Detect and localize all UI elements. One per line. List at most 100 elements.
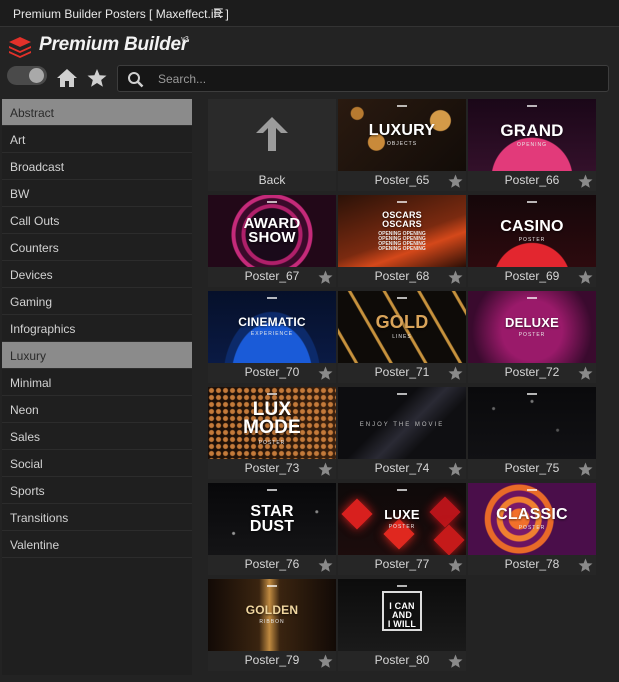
poster-title-art: GRAND OPENING <box>468 99 596 171</box>
title-bar: Premium Builder Posters [ Maxeffect.iR ]… <box>0 0 619 27</box>
home-icon[interactable] <box>56 68 78 88</box>
category-item-social[interactable]: Social <box>2 450 192 477</box>
category-item-art[interactable]: Art <box>2 126 192 153</box>
poster-card-poster_74[interactable]: ENJOY THE MOVIE Poster_74 <box>338 387 466 479</box>
favorite-star-icon[interactable] <box>318 462 333 477</box>
category-item-infographics[interactable]: Infographics <box>2 315 192 342</box>
poster-card-poster_78[interactable]: CLASSIC POSTER Poster_78 <box>468 483 596 575</box>
category-item-broadcast[interactable]: Broadcast <box>2 153 192 180</box>
poster-title-art: LUXURY OBJECTS <box>338 99 466 171</box>
favorite-star-icon[interactable] <box>448 174 463 189</box>
search-icon <box>128 72 144 88</box>
poster-card-poster_66[interactable]: GRAND OPENING Poster_66 <box>468 99 596 191</box>
poster-title-art: I CAN AND I WILL <box>338 579 466 651</box>
poster-title-art: DELUXE POSTER <box>468 291 596 363</box>
poster-thumbnail: AWARD SHOW <box>208 195 336 267</box>
category-item-call-outs[interactable]: Call Outs <box>2 207 192 234</box>
poster-headline: GRAND <box>500 120 564 140</box>
poster-card-poster_71[interactable]: GOLD LINES Poster_71 <box>338 291 466 383</box>
favorite-star-icon[interactable] <box>318 558 333 573</box>
poster-label: Poster_68 <box>374 269 430 283</box>
favorite-star-icon[interactable] <box>318 366 333 381</box>
poster-headline: DELUXE <box>505 314 559 330</box>
poster-thumbnail: CINEMATIC EXPERIENCE <box>208 291 336 363</box>
poster-thumbnail: CASINO POSTER <box>468 195 596 267</box>
poster-card-poster_75[interactable]: Poster_75 <box>468 387 596 479</box>
back-card[interactable]: Back <box>208 99 336 191</box>
poster-grid: Back LUXURY OBJECTS Poster_65 GRAND OPENING P… <box>206 99 598 675</box>
poster-title-art: GOLDEN RIBBON <box>208 579 336 651</box>
category-item-sales[interactable]: Sales <box>2 423 192 450</box>
category-item-counters[interactable]: Counters <box>2 234 192 261</box>
poster-label: Poster_65 <box>374 173 430 187</box>
poster-card-poster_77[interactable]: LUXE POSTER Poster_77 <box>338 483 466 575</box>
favorite-star-icon[interactable] <box>578 174 593 189</box>
category-item-bw[interactable]: BW <box>2 180 192 207</box>
poster-card-poster_79[interactable]: GOLDEN RIBBON Poster_79 <box>208 579 336 671</box>
panel-menu-icon[interactable]: ☰ <box>213 6 224 20</box>
poster-card-poster_68[interactable]: OSCARS OSCARS OPENING OPENING OPENING OPE… <box>338 195 466 287</box>
poster-subtitle: ENJOY THE MOVIE <box>359 421 445 428</box>
poster-card-poster_67[interactable]: AWARD SHOW Poster_67 <box>208 195 336 287</box>
poster-subtitle: POSTER <box>518 331 546 338</box>
favorites-star-icon[interactable] <box>86 68 108 88</box>
poster-thumbnail: ENJOY THE MOVIE <box>338 387 466 459</box>
favorite-star-icon[interactable] <box>578 366 593 381</box>
poster-title-art: CASINO POSTER <box>468 195 596 267</box>
poster-headline: CASINO <box>500 218 564 235</box>
poster-thumbnail: DELUXE POSTER <box>468 291 596 363</box>
favorite-star-icon[interactable] <box>578 558 593 573</box>
favorite-star-icon[interactable] <box>448 366 463 381</box>
favorite-star-icon[interactable] <box>318 654 333 669</box>
poster-card-poster_80[interactable]: I CAN AND I WILL Poster_80 <box>338 579 466 671</box>
category-item-transitions[interactable]: Transitions <box>2 504 192 531</box>
category-item-devices[interactable]: Devices <box>2 261 192 288</box>
category-item-sports[interactable]: Sports <box>2 477 192 504</box>
poster-card-poster_65[interactable]: LUXURY OBJECTS Poster_65 <box>338 99 466 191</box>
favorite-star-icon[interactable] <box>448 558 463 573</box>
favorite-star-icon[interactable] <box>578 270 593 285</box>
poster-thumbnail: STAR DUST <box>208 483 336 555</box>
favorite-star-icon[interactable] <box>448 462 463 477</box>
back-thumb <box>208 99 336 171</box>
poster-label: Poster_71 <box>374 365 430 379</box>
poster-headline: LUX MODE <box>243 398 301 438</box>
poster-label: Poster_66 <box>504 173 560 187</box>
poster-card-poster_70[interactable]: CINEMATIC EXPERIENCE Poster_70 <box>208 291 336 383</box>
favorite-star-icon[interactable] <box>318 270 333 285</box>
poster-headline: GOLDEN <box>245 603 299 617</box>
category-item-neon[interactable]: Neon <box>2 396 192 423</box>
poster-label: Poster_69 <box>504 269 560 283</box>
poster-title-art: AWARD SHOW <box>208 195 336 267</box>
category-item-abstract[interactable]: Abstract <box>2 99 192 126</box>
category-item-minimal[interactable]: Minimal <box>2 369 192 396</box>
category-item-valentine[interactable]: Valentine <box>2 531 192 558</box>
poster-subtitle: POSTER <box>518 525 546 531</box>
poster-label: Poster_67 <box>244 269 300 283</box>
back-label: Back <box>258 173 286 187</box>
poster-label: Poster_80 <box>374 653 430 667</box>
favorite-star-icon[interactable] <box>448 270 463 285</box>
poster-label: Poster_79 <box>244 653 300 667</box>
poster-title-art: STAR DUST <box>208 483 336 555</box>
search-input[interactable] <box>158 69 598 88</box>
poster-headline: AWARD SHOW <box>243 215 301 246</box>
poster-title-art: OSCARS OSCARS OPENING OPENING OPENING OPE… <box>338 195 466 267</box>
poster-subtitle: LINES <box>392 334 412 340</box>
poster-label: Poster_73 <box>244 461 300 475</box>
category-item-luxury[interactable]: Luxury <box>2 342 192 369</box>
poster-thumbnail: LUXURY OBJECTS <box>338 99 466 171</box>
mode-toggle[interactable] <box>7 66 47 85</box>
poster-card-poster_76[interactable]: STAR DUST Poster_76 <box>208 483 336 575</box>
poster-subtitle: POSTER <box>388 523 416 530</box>
favorite-star-icon[interactable] <box>578 462 593 477</box>
poster-thumbnail: GOLDEN RIBBON <box>208 579 336 651</box>
poster-card-poster_69[interactable]: CASINO POSTER Poster_69 <box>468 195 596 287</box>
favorite-star-icon[interactable] <box>448 654 463 669</box>
poster-headline: CINEMATIC <box>238 315 306 329</box>
brand-version: v3 <box>181 36 189 43</box>
poster-card-poster_73[interactable]: LUX MODE POSTER Poster_73 <box>208 387 336 479</box>
category-item-gaming[interactable]: Gaming <box>2 288 192 315</box>
poster-card-poster_72[interactable]: DELUXE POSTER Poster_72 <box>468 291 596 383</box>
poster-title-art: CLASSIC POSTER <box>468 483 596 555</box>
